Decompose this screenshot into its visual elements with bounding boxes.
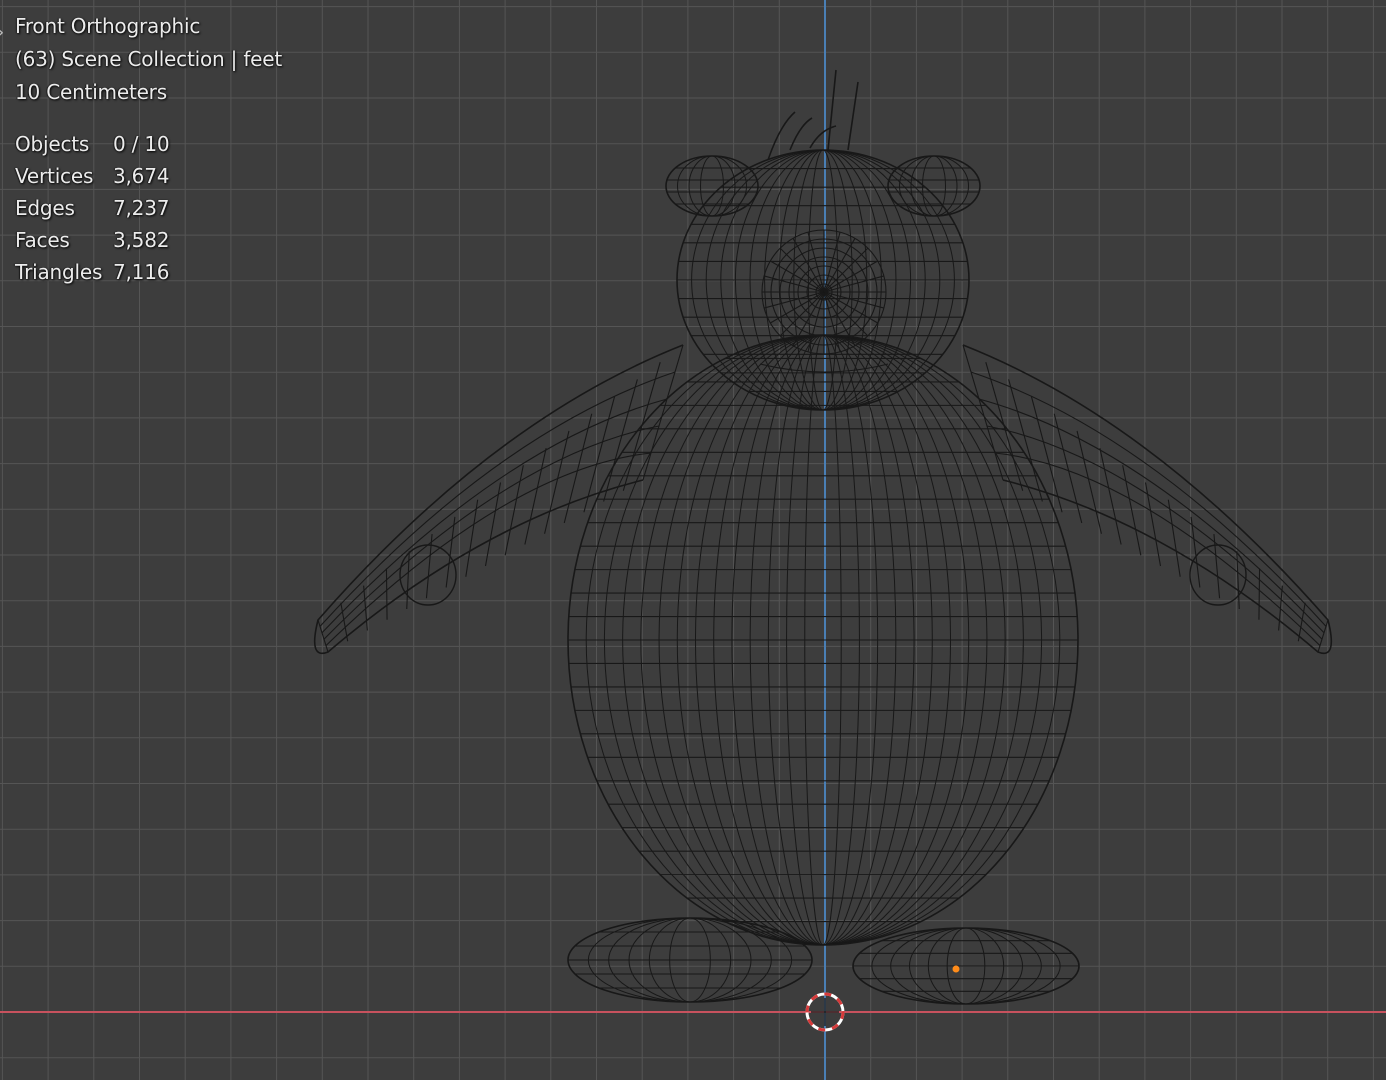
grid-scale: 10 Centimeters xyxy=(15,80,167,104)
stat-label: Vertices xyxy=(15,164,94,188)
wireframe-mesh[interactable] xyxy=(313,69,1333,1005)
stat-row: Faces 3,582 xyxy=(15,224,282,256)
stat-row: Objects 0 / 10 xyxy=(15,128,282,160)
chevron-right-icon[interactable]: › xyxy=(0,22,4,43)
hair-mesh xyxy=(767,69,859,161)
stat-value: 3,674 xyxy=(113,164,170,188)
left-foot-mesh xyxy=(567,917,813,1003)
collection-info: (63) Scene Collection | feet xyxy=(15,47,283,71)
scene-statistics: Objects 0 / 10 Vertices 3,674 Edges 7,23… xyxy=(15,128,282,288)
view-name: Front Orthographic xyxy=(15,14,201,38)
stat-value: 7,237 xyxy=(113,196,170,220)
stat-row: Vertices 3,674 xyxy=(15,160,282,192)
right-ear-mesh xyxy=(887,155,981,217)
stat-label: Triangles xyxy=(15,260,103,284)
stat-label: Faces xyxy=(15,228,70,252)
viewport-text-overlay: Front Orthographic (63) Scene Collection… xyxy=(15,10,282,288)
right-foot-mesh xyxy=(852,927,1080,1005)
stat-label: Objects xyxy=(15,132,90,156)
3d-cursor-icon[interactable] xyxy=(805,992,845,1032)
stat-value: 7,116 xyxy=(113,260,170,284)
stat-label: Edges xyxy=(15,196,75,220)
stat-value: 0 / 10 xyxy=(113,132,170,156)
body-mesh xyxy=(567,334,1079,946)
stat-value: 3,582 xyxy=(113,228,170,252)
object-origin-icon[interactable] xyxy=(952,965,960,973)
stat-row: Edges 7,237 xyxy=(15,192,282,224)
stat-row: Triangles 7,116 xyxy=(15,256,282,288)
left-ear-mesh xyxy=(665,155,759,217)
